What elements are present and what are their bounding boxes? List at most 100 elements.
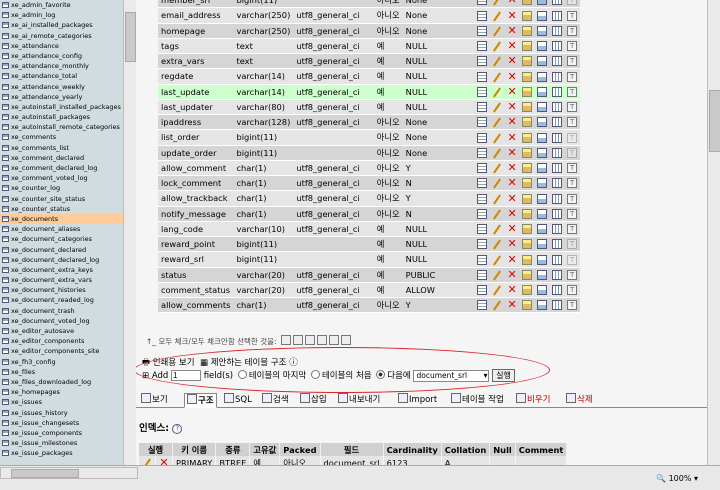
fulltext-icon[interactable] bbox=[567, 147, 578, 158]
sidebar-table-label[interactable]: xe_documents bbox=[11, 215, 58, 223]
drop-icon[interactable]: ✕ bbox=[507, 299, 517, 310]
sidebar-table-item[interactable]: xe_autoinstall_installed_packages bbox=[0, 102, 123, 112]
fulltext-icon[interactable] bbox=[567, 239, 578, 250]
table-icon[interactable] bbox=[2, 205, 9, 212]
sidebar-horizontal-scrollbar[interactable] bbox=[0, 467, 138, 479]
sidebar-table-item[interactable]: xe_autoinstall_remote_categories bbox=[0, 122, 123, 132]
tab-item[interactable]: 비우기 bbox=[516, 393, 550, 406]
primary-key-icon[interactable] bbox=[522, 239, 533, 250]
table-icon[interactable] bbox=[2, 73, 9, 80]
edit-icon[interactable] bbox=[492, 270, 502, 280]
primary-key-icon[interactable] bbox=[522, 147, 533, 158]
unique-icon[interactable] bbox=[537, 102, 548, 113]
field-row[interactable]: extra_vars text utf8_general_ci 예 NULL ✕ bbox=[158, 53, 580, 70]
drop-icon[interactable]: ✕ bbox=[507, 254, 517, 265]
browse-icon[interactable] bbox=[477, 25, 488, 36]
primary-key-icon[interactable] bbox=[522, 0, 533, 6]
check-all-link[interactable]: 모두 체크/모두 체크안함 선택한 것을: bbox=[158, 337, 276, 346]
tab-item[interactable]: 보기 bbox=[141, 393, 168, 406]
index-icon[interactable] bbox=[552, 117, 563, 128]
field-row[interactable]: allow_comment char(1) utf8_general_ci 아니오 Y ✕ bbox=[158, 160, 580, 177]
edit-icon[interactable] bbox=[492, 133, 502, 143]
field-row[interactable]: tags text utf8_general_ci 예 NULL ✕ bbox=[158, 38, 580, 55]
sidebar-table-item[interactable]: xe_counter_site_status bbox=[0, 194, 123, 204]
fulltext-icon[interactable] bbox=[567, 224, 578, 235]
table-icon[interactable] bbox=[2, 287, 9, 294]
drop-icon[interactable]: ✕ bbox=[507, 40, 517, 51]
primary-key-icon[interactable] bbox=[522, 269, 533, 280]
drop-icon[interactable]: ✕ bbox=[507, 193, 517, 204]
primary-key-icon[interactable] bbox=[522, 208, 533, 219]
drop-icon[interactable]: ✕ bbox=[507, 162, 517, 173]
sidebar-table-label[interactable]: xe_document_extra_keys bbox=[11, 266, 93, 274]
fulltext-icon[interactable] bbox=[567, 269, 578, 280]
sidebar-scrollbar[interactable] bbox=[123, 0, 136, 465]
drop-icon[interactable]: ✕ bbox=[507, 269, 517, 280]
field-row[interactable]: list_order bigint(11) 아니오 None ✕ bbox=[158, 129, 580, 146]
index-icon[interactable] bbox=[552, 239, 563, 250]
table-icon[interactable] bbox=[2, 114, 9, 121]
table-icon[interactable] bbox=[2, 195, 9, 202]
sidebar-table-item[interactable]: xe_document_trash bbox=[0, 306, 123, 316]
browse-icon[interactable] bbox=[477, 0, 488, 6]
table-icon[interactable] bbox=[2, 317, 9, 324]
unique-icon[interactable] bbox=[537, 56, 548, 67]
table-icon[interactable] bbox=[2, 144, 9, 151]
sidebar-table-item[interactable]: xe_editor_autosave bbox=[0, 326, 123, 336]
browse-icon[interactable] bbox=[477, 117, 488, 128]
fulltext-icon[interactable] bbox=[567, 132, 578, 143]
sidebar-table-item[interactable]: xe_ai_remote_categories bbox=[0, 31, 123, 41]
edit-icon[interactable] bbox=[492, 224, 502, 234]
sidebar-table-label[interactable]: xe_editor_autosave bbox=[11, 327, 74, 335]
index-icon[interactable] bbox=[552, 25, 563, 36]
browse-icon[interactable] bbox=[477, 41, 488, 52]
sidebar-table-item[interactable]: xe_document_histories bbox=[0, 285, 123, 295]
browse-icon[interactable] bbox=[477, 239, 488, 250]
fulltext-icon[interactable] bbox=[567, 0, 578, 6]
fulltext-icon[interactable] bbox=[567, 56, 578, 67]
sidebar-table-label[interactable]: xe_autoinstall_packages bbox=[11, 113, 90, 121]
sidebar-table-label[interactable]: xe_comment_declared_log bbox=[11, 164, 97, 172]
field-row[interactable]: lock_comment char(1) utf8_general_ci 아니오 N ✕ bbox=[158, 175, 580, 192]
table-icon[interactable] bbox=[2, 52, 9, 59]
field-row[interactable]: last_updater varchar(80) utf8_general_ci 예 N… bbox=[158, 99, 580, 116]
drop-icon[interactable]: ✕ bbox=[507, 208, 517, 219]
index-icon[interactable] bbox=[552, 102, 563, 113]
sidebar-table-label[interactable]: xe_counter_status bbox=[11, 205, 70, 213]
table-icon[interactable] bbox=[2, 399, 9, 406]
sidebar-table-label[interactable]: xe_document_declared bbox=[11, 246, 86, 254]
browse-icon[interactable] bbox=[477, 208, 488, 219]
drop-icon[interactable]: ✕ bbox=[507, 147, 517, 158]
sidebar-table-label[interactable]: xe_autoinstall_installed_packages bbox=[11, 103, 121, 111]
sidebar-table-label[interactable]: xe_attendance_monthly bbox=[11, 62, 89, 70]
edit-icon[interactable] bbox=[492, 102, 502, 112]
sidebar-table-label[interactable]: xe_document_categories bbox=[11, 235, 92, 243]
zoom-level[interactable]: 🔍 100% ▾ bbox=[656, 474, 698, 483]
unique-icon[interactable] bbox=[537, 239, 548, 250]
browse-icon[interactable] bbox=[477, 285, 488, 296]
edit-icon[interactable] bbox=[492, 56, 502, 66]
unique-icon[interactable] bbox=[537, 132, 548, 143]
table-icon[interactable] bbox=[2, 165, 9, 171]
sidebar-table-label[interactable]: xe_comment_voted_log bbox=[11, 174, 88, 182]
primary-selected-icon[interactable] bbox=[316, 335, 327, 345]
unique-icon[interactable] bbox=[537, 254, 548, 265]
table-icon[interactable] bbox=[2, 378, 9, 385]
sidebar-table-item[interactable]: xe_attendance_yearly bbox=[0, 92, 123, 102]
index-icon[interactable] bbox=[552, 56, 563, 67]
sidebar-table-item[interactable]: xe_issue_milestones bbox=[0, 438, 123, 448]
edit-icon[interactable] bbox=[492, 41, 502, 51]
drop-icon[interactable]: ✕ bbox=[507, 86, 517, 97]
help-icon[interactable]: ⓘ bbox=[289, 358, 298, 368]
sidebar-table-item[interactable]: xe_comments bbox=[0, 132, 123, 142]
browse-icon[interactable] bbox=[477, 163, 488, 174]
table-icon[interactable] bbox=[2, 154, 9, 161]
field-row[interactable]: lang_code varchar(10) utf8_general_ci 예 NULL… bbox=[158, 221, 580, 238]
index-icon[interactable] bbox=[552, 163, 563, 174]
main-scroll-thumb[interactable] bbox=[709, 90, 720, 152]
tab-item[interactable]: 삭제 bbox=[566, 393, 593, 406]
edit-icon[interactable] bbox=[492, 148, 502, 158]
sidebar-table-label[interactable]: xe_attendance_config bbox=[11, 52, 82, 60]
sidebar-table-label[interactable]: xe_comments_list bbox=[11, 144, 69, 152]
sidebar-table-label[interactable]: xe_counter_log bbox=[11, 184, 60, 192]
